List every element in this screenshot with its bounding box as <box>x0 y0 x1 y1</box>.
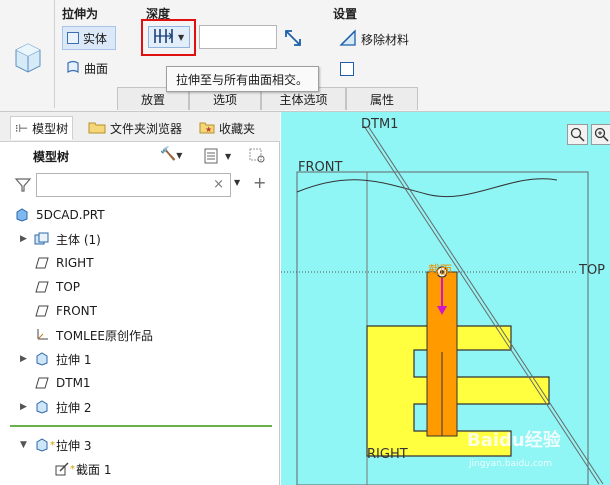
tab-properties[interactable]: 属性 <box>346 87 418 110</box>
svg-text:★: ★ <box>205 125 212 134</box>
tree-item-part[interactable]: 5DCAD.PRT <box>14 204 105 226</box>
navigator-panel: ⁝⊢ 模型树 文件夹浏览器 ★ 收藏夹 模型树 🔨▼ ▼ × ▼ + 5DCAD <box>0 112 280 485</box>
extrude-icon <box>34 438 50 452</box>
show-columns-icon[interactable]: ▼ <box>203 147 237 165</box>
filter-funnel-icon <box>14 177 32 193</box>
tree-item-label: 拉伸 1 <box>56 352 92 367</box>
tree-item-label: DTM1 <box>56 376 91 390</box>
tree-settings-icon[interactable]: 🔨▼ <box>160 147 190 165</box>
clear-icon[interactable]: × <box>213 177 224 192</box>
tab-favorites[interactable]: ★ 收藏夹 <box>199 116 255 140</box>
folder-icon <box>88 120 106 137</box>
active-feature-star-icon: * <box>50 439 55 451</box>
surface-button[interactable]: 曲面 <box>66 60 108 77</box>
ribbon: 拉伸为 实体 曲面 深度 ▼ 设置 移除材料 放置 选项 主体选项 属性 拉伸至… <box>0 0 610 112</box>
tab-model-tree[interactable]: ⁝⊢ 模型树 <box>10 116 74 140</box>
section-label: 截面 <box>428 263 452 277</box>
dtm1-label: DTM1 <box>361 117 398 132</box>
datum-plane-icon <box>34 376 50 390</box>
body-icon <box>34 232 50 246</box>
filter-dropdown-icon[interactable]: ▼ <box>234 178 240 187</box>
watermark-url: jingyan.baidu.com <box>468 459 552 469</box>
watermark-logo: Baidu经验 <box>467 429 562 451</box>
tab-folder-browser-label: 文件夹浏览器 <box>110 121 183 136</box>
extrude-cube-icon[interactable] <box>10 38 44 74</box>
tree-item-coordinate-system[interactable]: TOMLEE原创作品 <box>34 324 153 346</box>
datum-plane-icon <box>34 256 50 270</box>
remove-material-label: 移除材料 <box>361 33 410 47</box>
svg-text:▼: ▼ <box>225 152 232 161</box>
tree-item-label: FRONT <box>56 304 97 318</box>
tree-item-section-1[interactable]: * 截面 1 <box>54 458 111 480</box>
tree-item-label: 截面 1 <box>76 462 112 477</box>
ribbon-divider <box>54 0 55 108</box>
model-canvas[interactable]: DTM1 FRONT TOP RIGHT 截面 Baidu经验 jingyan.… <box>281 112 610 485</box>
right-label: RIGHT <box>367 447 408 462</box>
tree-item-label: RIGHT <box>56 256 94 270</box>
tree-item-front-plane[interactable]: FRONT <box>34 300 97 322</box>
tree-item-label: 主体 (1) <box>56 232 101 247</box>
tree-item-extrude-3[interactable]: ▼ * 拉伸 3 <box>20 434 91 456</box>
remove-material-button[interactable]: 移除材料 <box>339 29 409 50</box>
datum-plane-icon <box>34 304 50 318</box>
flip-direction-icon[interactable] <box>283 28 303 48</box>
remove-material-icon <box>339 29 357 50</box>
tree-item-extrude-1[interactable]: ▶ 拉伸 1 <box>20 348 91 370</box>
extrude-icon <box>34 400 50 414</box>
depth-value-field[interactable] <box>199 25 277 49</box>
tab-model-tree-label: 模型树 <box>32 121 69 136</box>
collapse-arrow-icon[interactable]: ▼ <box>20 440 34 450</box>
expand-arrow-icon[interactable]: ▶ <box>20 234 34 244</box>
extrude-as-title: 拉伸为 <box>62 7 99 21</box>
coordinate-system-icon <box>34 328 50 342</box>
tree-item-label: TOP <box>56 280 81 294</box>
datum-plane-icon <box>34 280 50 294</box>
thicken-sketch-icon[interactable] <box>340 62 354 76</box>
navigator-tabs: ⁝⊢ 模型树 文件夹浏览器 ★ 收藏夹 <box>0 112 280 142</box>
tree-item-label: 拉伸 3 <box>56 438 92 453</box>
front-label: FRONT <box>298 160 342 175</box>
through-all-icon <box>152 27 176 48</box>
tree-search-input[interactable]: × <box>36 173 231 197</box>
tree-item-extrude-2[interactable]: ▶ 拉伸 2 <box>20 396 91 418</box>
expand-arrow-icon[interactable]: ▶ <box>20 354 34 364</box>
graphics-window[interactable]: DTM1 FRONT TOP RIGHT 截面 Baidu经验 jingyan.… <box>281 112 610 485</box>
sketch-icon <box>54 462 70 476</box>
insert-here-line <box>10 425 272 427</box>
tab-folder-browser[interactable]: 文件夹浏览器 <box>88 116 182 140</box>
solid-label: 实体 <box>83 31 108 46</box>
surface-icon <box>66 60 80 77</box>
tree-item-label: TOMLEE原创作品 <box>56 328 153 343</box>
top-label: TOP <box>578 263 605 278</box>
solid-icon <box>67 32 79 44</box>
model-tree-title: 模型树 <box>33 150 70 164</box>
depth-highlight: ▼ <box>141 19 196 56</box>
tree-item-label: 5DCAD.PRT <box>36 208 105 222</box>
surface-label: 曲面 <box>84 62 109 76</box>
expand-arrow-icon[interactable]: ▶ <box>20 402 34 412</box>
settings-title: 设置 <box>333 7 358 21</box>
tree-item-label: 拉伸 2 <box>56 400 92 415</box>
model-tree-icon: ⁝⊢ <box>15 121 29 135</box>
favorites-icon: ★ <box>199 120 215 137</box>
part-icon <box>14 208 30 222</box>
tree-item-top-plane[interactable]: TOP <box>34 276 80 298</box>
add-filter-icon[interactable]: + <box>253 173 266 192</box>
tree-filter-icon[interactable] <box>248 147 268 165</box>
solid-button[interactable]: 实体 <box>62 26 116 50</box>
tree-item-body[interactable]: ▶ 主体 (1) <box>20 228 101 250</box>
tab-favorites-label: 收藏夹 <box>219 121 256 136</box>
active-feature-star-icon: * <box>70 463 75 475</box>
chevron-down-icon[interactable]: ▼ <box>178 33 184 42</box>
tree-item-right-plane[interactable]: RIGHT <box>34 252 94 274</box>
sketch-curve <box>296 178 558 198</box>
depth-option-button[interactable]: ▼ <box>148 26 190 48</box>
depth-tooltip: 拉伸至与所有曲面相交。 <box>166 66 319 92</box>
tree-item-dtm1[interactable]: DTM1 <box>34 372 91 394</box>
extrude-icon <box>34 352 50 366</box>
